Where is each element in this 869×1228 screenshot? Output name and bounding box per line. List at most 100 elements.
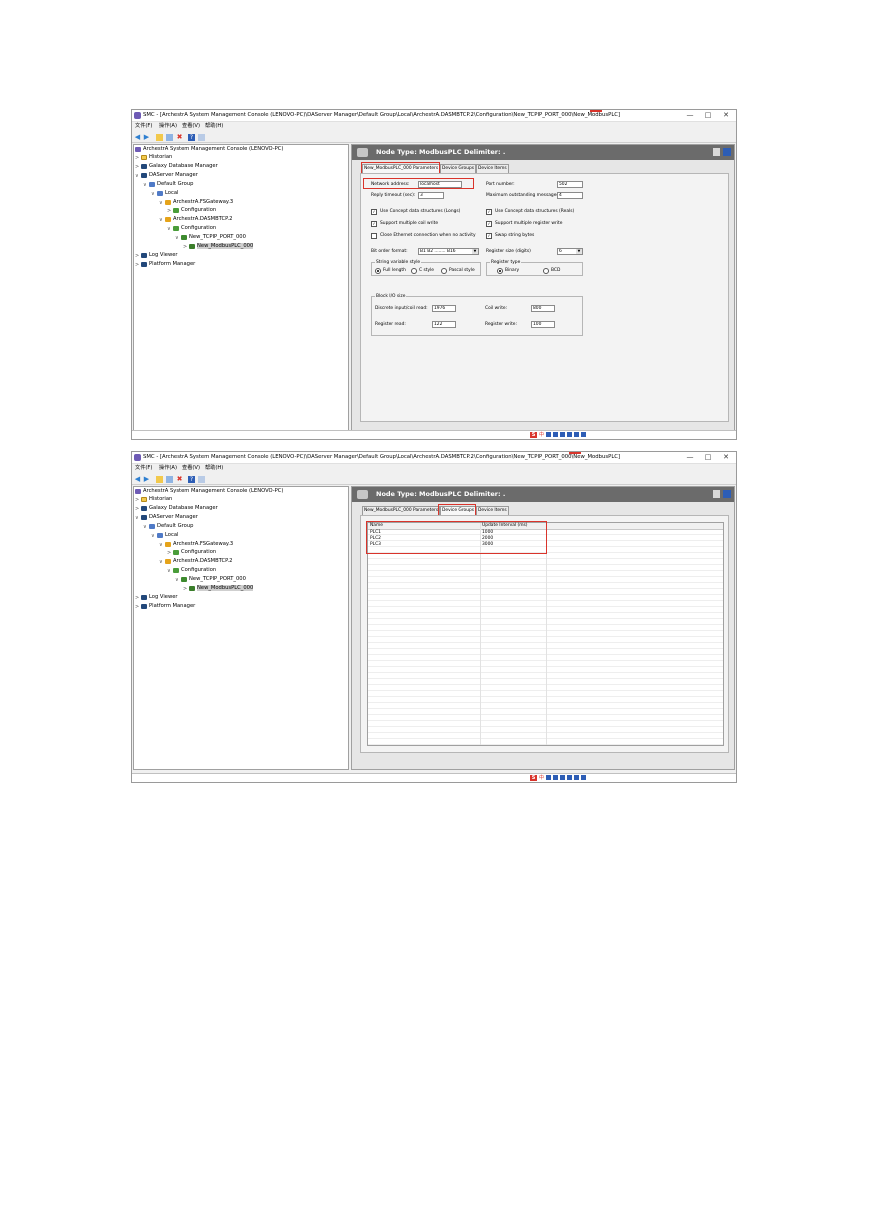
dropdown-arrow-icon[interactable]: ▼ [576,249,582,254]
menu-help[interactable]: 帮助(H) [205,465,223,472]
tree-fsgateway[interactable]: ∨ ArchestrA.FSGateway.3 [159,540,233,548]
tree-daserver[interactable]: ∨ DAServer Manager [135,513,198,521]
back-icon[interactable]: ◀ [134,134,141,141]
menu-action[interactable]: 操作(A) [159,465,177,472]
radio-selected-icon[interactable] [497,267,503,274]
radio-full-length[interactable]: Full length [375,267,406,275]
checkbox-unchecked-icon[interactable] [371,232,377,239]
lock-icon[interactable] [713,148,720,156]
help-icon[interactable]: ? [188,476,195,483]
ime-toolbar[interactable]: S中 [530,432,588,438]
tree-root[interactable]: ArchestrA System Management Console (LEN… [135,487,283,495]
menu-help[interactable]: 帮助(H) [205,123,223,130]
port-number-field[interactable]: 502 [557,181,583,188]
title-bar[interactable]: SMC - [ArchestrA System Management Conso… [132,110,736,122]
sogou-ime-icon[interactable]: S [530,775,537,781]
cb-multi-coil[interactable]: ✓ Support multiple coil write [371,220,438,228]
cb-concept-longs[interactable]: ✓ Use Concept data structures (Longs) [371,208,460,216]
ime-tool-icon[interactable] [567,775,573,780]
save-icon[interactable] [723,490,731,498]
radio-unselected-icon[interactable] [441,267,447,274]
tree-platform[interactable]: > Platform Manager [135,602,195,610]
radio-c-style[interactable]: C style [411,267,434,275]
tab-parameters[interactable]: New_ModbusPLC_000 Parameters [362,506,441,515]
menu-file[interactable]: 文件(F) [135,123,152,130]
checkbox-checked-icon[interactable]: ✓ [371,208,377,215]
close-button[interactable]: ✕ [718,110,734,120]
tree-log-viewer[interactable]: > Log Viewer [135,593,178,601]
help-icon[interactable]: ? [188,134,195,141]
forward-icon[interactable]: ▶ [143,134,150,141]
tree-dasmbtcp[interactable]: ∨ ArchestrA.DASMBTCP.2 [159,557,232,565]
ime-tool-icon[interactable] [553,432,559,437]
register-read-field[interactable]: 122 [432,321,456,328]
delete-icon[interactable]: ✖ [176,134,183,141]
sogou-ime-icon[interactable]: S [530,432,537,438]
bit-order-select[interactable]: B1 B2 ........ B16 ▼ [418,248,479,255]
save-icon[interactable] [723,148,731,156]
cb-concept-reals[interactable]: ✓ Use Concept data structures (Reals) [486,208,574,216]
radio-unselected-icon[interactable] [411,267,417,274]
grid-icon[interactable] [166,134,173,141]
checkbox-checked-icon[interactable]: ✓ [486,232,492,239]
checkbox-checked-icon[interactable]: ✓ [486,220,492,227]
tab-device-groups[interactable]: Device Groups [440,164,477,173]
tree-log-viewer[interactable]: > Log Viewer [135,251,178,259]
forward-icon[interactable]: ▶ [143,476,150,483]
window-icon[interactable] [198,134,205,141]
tab-device-items[interactable]: Device Items [476,506,509,515]
ime-tool-icon[interactable] [581,432,587,437]
register-write-field[interactable]: 100 [531,321,555,328]
dropdown-arrow-icon[interactable]: ▼ [472,249,478,254]
checkbox-checked-icon[interactable]: ✓ [486,208,492,215]
tree-galaxy[interactable]: > Galaxy Database Manager [135,162,218,170]
delete-icon[interactable]: ✖ [176,476,183,483]
tree-default-group[interactable]: ∨ Default Group [143,522,193,530]
menu-file[interactable]: 文件(F) [135,465,152,472]
tree-fsgateway-configuration[interactable]: > Configuration [167,548,216,556]
folder-icon[interactable] [156,134,163,141]
folder-icon[interactable] [156,476,163,483]
close-button[interactable]: ✕ [718,452,734,462]
radio-binary[interactable]: Binary [497,267,519,275]
window-icon[interactable] [198,476,205,483]
radio-unselected-icon[interactable] [543,267,549,274]
radio-selected-icon[interactable] [375,267,381,274]
coil-write-field[interactable]: 800 [531,305,555,312]
tab-device-items[interactable]: Device Items [476,164,509,173]
tree-plc[interactable]: > New_ModbusPLC_000 [183,584,254,592]
device-groups-grid[interactable]: Name Update Interval (ms) PLC1 1000 PLC2… [367,522,724,746]
maximize-button[interactable]: □ [700,452,716,462]
lock-icon[interactable] [713,490,720,498]
max-outstanding-field[interactable]: 4 [557,192,583,199]
ime-tool-icon[interactable] [581,775,587,780]
tree-historian[interactable]: > Historian [135,495,172,503]
back-icon[interactable]: ◀ [134,476,141,483]
radio-bcd[interactable]: BCD [543,267,560,275]
menu-view[interactable]: 查看(V) [182,465,200,472]
ime-tool-icon[interactable] [553,775,559,780]
ime-toolbar[interactable]: S中 [530,775,588,781]
ime-tool-icon[interactable] [560,775,566,780]
radio-pascal-style[interactable]: Pascal style [441,267,475,275]
ime-tool-icon[interactable] [546,432,552,437]
tree-local[interactable]: ∨ Local [151,189,178,197]
tree-default-group[interactable]: ∨ Default Group [143,180,193,188]
menu-action[interactable]: 操作(A) [159,123,177,130]
ime-tool-icon[interactable] [574,432,580,437]
minimize-button[interactable]: — [682,452,698,462]
ime-chinese-mode[interactable]: 中 [539,432,544,438]
tree-galaxy[interactable]: > Galaxy Database Manager [135,504,218,512]
tree-port[interactable]: ∨ New_TCPIP_PORT_000 [175,233,246,241]
grid-icon[interactable] [166,476,173,483]
tree-root[interactable]: ArchestrA System Management Console (LEN… [135,145,283,153]
tree-dasmbtcp-configuration[interactable]: ∨ Configuration [167,566,216,574]
tree-fsgateway[interactable]: ∨ ArchestrA.FSGateway.3 [159,198,233,206]
menu-view[interactable]: 查看(V) [182,123,200,130]
checkbox-checked-icon[interactable]: ✓ [371,220,377,227]
tree-daserver[interactable]: ∨ DAServer Manager [135,171,198,179]
tree-dasmbtcp[interactable]: ∨ ArchestrA.DASMBTCP.2 [159,215,232,223]
discrete-field[interactable]: 1976 [432,305,456,312]
ime-chinese-mode[interactable]: 中 [539,775,544,781]
ime-tool-icon[interactable] [546,775,552,780]
